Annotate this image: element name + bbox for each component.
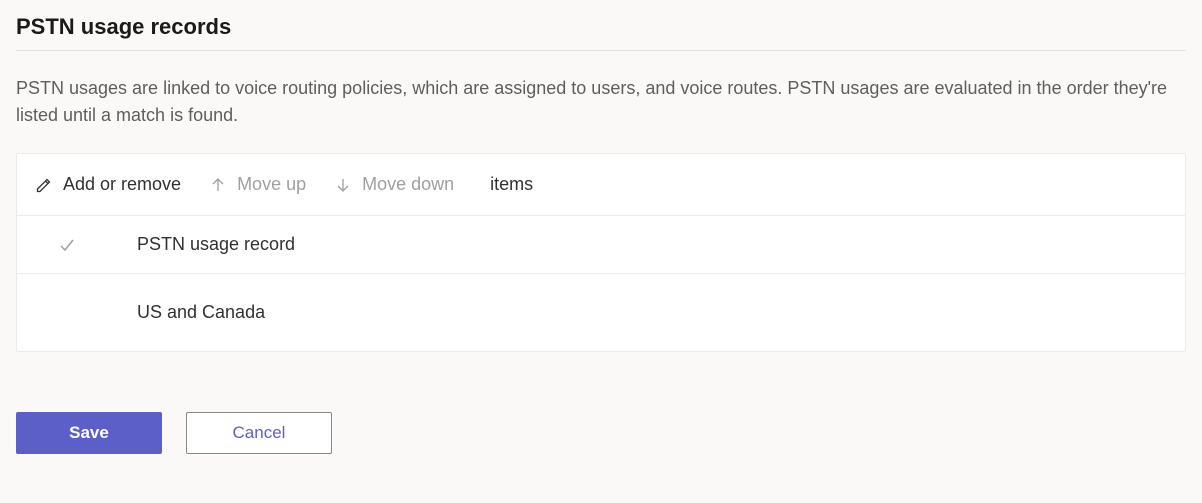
- save-button[interactable]: Save: [16, 412, 162, 454]
- move-up-label: Move up: [237, 174, 306, 195]
- add-or-remove-label: Add or remove: [63, 174, 181, 195]
- arrow-up-icon: [209, 176, 227, 194]
- records-toolbar: Add or remove Move up Move down items: [17, 154, 1185, 216]
- records-card: Add or remove Move up Move down items PS…: [16, 153, 1186, 352]
- footer-actions: Save Cancel: [16, 412, 1186, 454]
- arrow-down-icon: [334, 176, 352, 194]
- select-all-check[interactable]: [57, 235, 137, 255]
- add-or-remove-button[interactable]: Add or remove: [35, 174, 181, 195]
- move-down-button[interactable]: Move down: [334, 174, 454, 195]
- table-row[interactable]: US and Canada: [17, 274, 1185, 351]
- items-label: items: [490, 174, 533, 195]
- cancel-button[interactable]: Cancel: [186, 412, 332, 454]
- move-up-button[interactable]: Move up: [209, 174, 306, 195]
- move-down-label: Move down: [362, 174, 454, 195]
- row-name: US and Canada: [137, 302, 265, 323]
- page-title: PSTN usage records: [16, 14, 1186, 51]
- table-header-row: PSTN usage record: [17, 216, 1185, 274]
- column-header-name: PSTN usage record: [137, 234, 295, 255]
- edit-icon: [35, 176, 53, 194]
- page-description: PSTN usages are linked to voice routing …: [16, 75, 1176, 129]
